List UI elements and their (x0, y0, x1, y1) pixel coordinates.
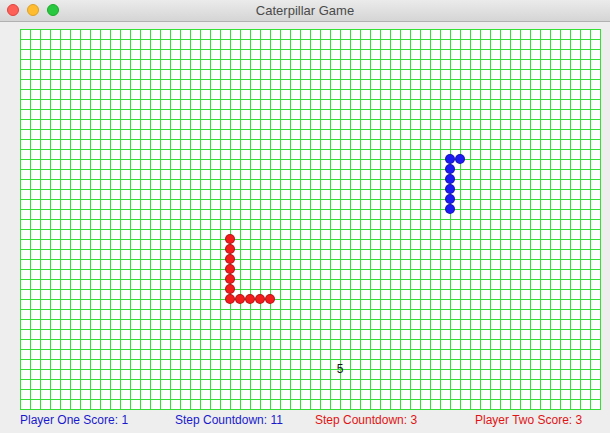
caterpillar-segment (225, 284, 235, 294)
minimize-icon[interactable] (27, 4, 39, 16)
caterpillar-segment (445, 184, 455, 194)
status-label: Step Countdown: 3 (315, 412, 475, 428)
caterpillar-segment (445, 164, 455, 174)
caterpillar-segment (235, 294, 245, 304)
status-label: Step Countdown: 11 (175, 412, 315, 428)
caterpillar-segment (225, 274, 235, 284)
window-controls (7, 4, 59, 16)
caterpillar-segment (225, 294, 235, 304)
caterpillar-segment (255, 294, 265, 304)
window-title: Caterpillar Game (256, 3, 354, 18)
game-board: 5 (20, 29, 601, 410)
countdown-number: 5 (330, 361, 350, 377)
status-label: Player Two Score: 3 (475, 412, 582, 428)
caterpillar-segment (225, 254, 235, 264)
caterpillar-segment (265, 294, 275, 304)
status-label: Player One Score: 1 (20, 412, 175, 428)
game-window: Caterpillar Game5Player One Score: 1Step… (0, 0, 610, 433)
caterpillar-segment (225, 264, 235, 274)
zoom-icon[interactable] (47, 4, 59, 16)
caterpillar-segment (445, 204, 455, 214)
status-bar: Player One Score: 1Step Countdown: 11Ste… (20, 410, 610, 428)
game-body: 5 Player One Score: 1Step Countdown: 11St… (0, 22, 610, 433)
board-grid (20, 29, 601, 410)
caterpillar-segment (445, 194, 455, 204)
close-icon[interactable] (7, 4, 19, 16)
title-bar: Caterpillar Game (0, 0, 610, 22)
caterpillar-segment (225, 234, 235, 244)
caterpillar-segment (245, 294, 255, 304)
caterpillar-segment (445, 154, 455, 164)
caterpillar-segment (445, 174, 455, 184)
caterpillar-segment (455, 154, 465, 164)
caterpillar-segment (225, 244, 235, 254)
